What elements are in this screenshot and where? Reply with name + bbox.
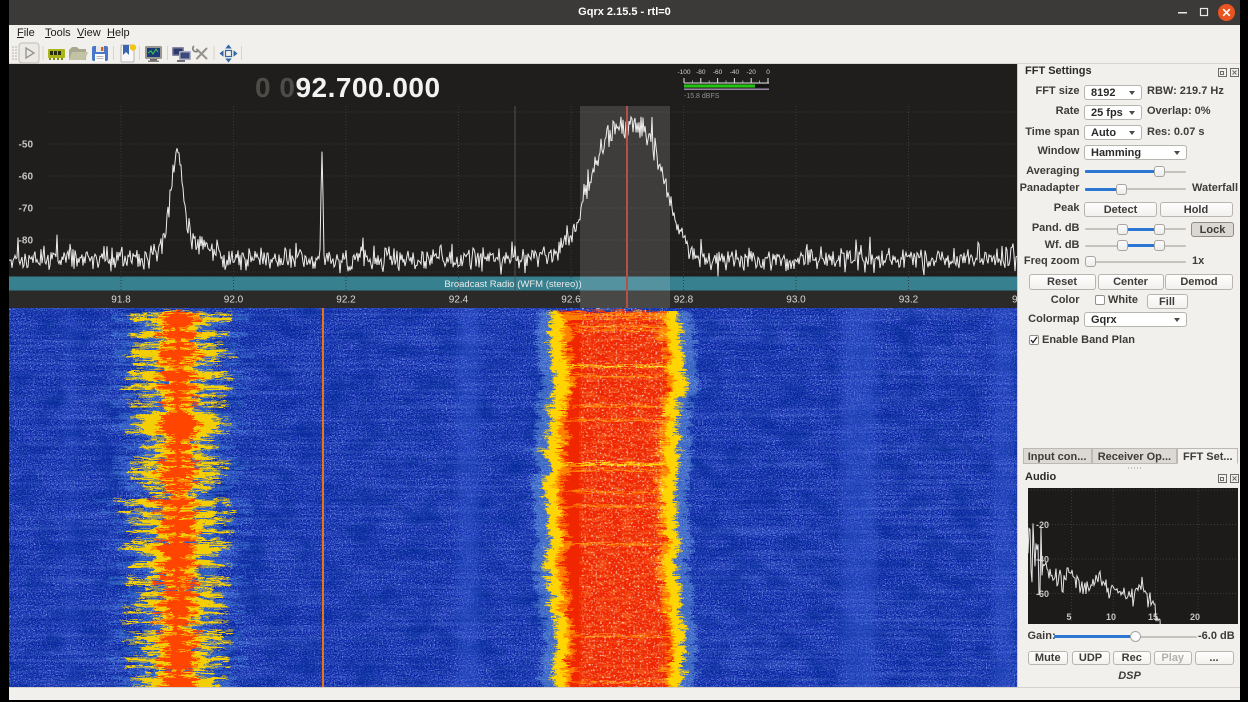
svg-text:-70: -70 [19, 204, 34, 215]
svg-text:92.2: 92.2 [336, 295, 356, 306]
svg-text:-80: -80 [696, 69, 706, 76]
svg-text:91.8: 91.8 [111, 295, 131, 306]
svg-text:0 092.700.000: 0 092.700.000 [255, 72, 441, 103]
svg-text:93.2: 93.2 [899, 295, 919, 306]
svg-text:-40: -40 [730, 69, 740, 76]
svg-text:92.8: 92.8 [674, 295, 694, 306]
svg-text:-20: -20 [1036, 520, 1049, 530]
svg-text:-80: -80 [19, 236, 34, 247]
svg-text:10: 10 [1105, 612, 1115, 622]
svg-text:92.6: 92.6 [561, 295, 581, 306]
svg-text:-15.8 dBFS: -15.8 dBFS [684, 93, 720, 100]
svg-text:0: 0 [766, 69, 770, 76]
svg-text:Broadcast Radio (WFM (stereo)): Broadcast Radio (WFM (stereo)) [444, 279, 581, 290]
svg-text:-100: -100 [677, 69, 690, 76]
svg-text:-50: -50 [19, 140, 34, 151]
svg-text:93.0: 93.0 [786, 295, 806, 306]
svg-text:-60: -60 [713, 69, 723, 76]
svg-text:-60: -60 [1036, 589, 1049, 599]
svg-text:-60: -60 [19, 172, 34, 183]
svg-text:92.4: 92.4 [449, 295, 469, 306]
svg-text:5: 5 [1066, 612, 1071, 622]
svg-text:92.0: 92.0 [224, 295, 244, 306]
svg-text:20: 20 [1189, 612, 1199, 622]
svg-text:-20: -20 [746, 69, 756, 76]
